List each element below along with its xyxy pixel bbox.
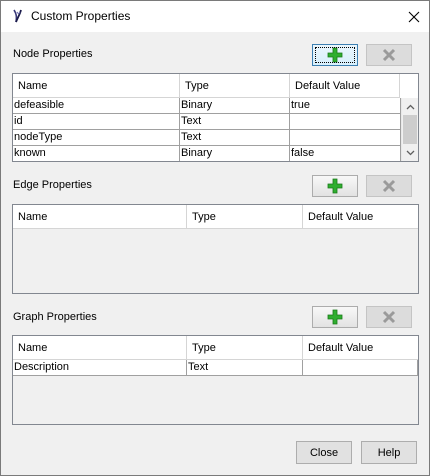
scroll-thumb[interactable] — [403, 115, 417, 144]
node-cell-default[interactable] — [290, 114, 401, 130]
graph-col-default-value[interactable]: Default Value — [303, 336, 418, 360]
graph-add-property-button[interactable] — [312, 306, 358, 328]
node-table-scrollbar[interactable] — [401, 98, 418, 161]
node-cell-name[interactable]: known — [13, 146, 180, 161]
graph-properties-label: Graph Properties — [13, 311, 97, 323]
graph-col-name[interactable]: Name — [13, 336, 187, 360]
graph-properties-table: Name Type Default Value Description Text — [12, 335, 419, 425]
graph-cell-default[interactable] — [303, 360, 418, 376]
x-icon — [382, 179, 396, 193]
help-button[interactable]: Help — [361, 441, 417, 464]
graph-delete-property-button[interactable] — [366, 306, 412, 328]
graph-cell-type[interactable]: Text — [187, 360, 303, 376]
node-cell-name[interactable]: id — [13, 114, 180, 130]
node-cell-default[interactable]: false — [290, 146, 401, 161]
edge-table-empty-area — [13, 229, 418, 293]
node-cell-default[interactable] — [290, 130, 401, 146]
edge-properties-table: Name Type Default Value — [12, 204, 419, 294]
edge-add-property-button[interactable] — [312, 175, 358, 197]
node-col-default-value[interactable]: Default Value — [290, 74, 400, 98]
graph-cell-name[interactable]: Description — [13, 360, 187, 376]
node-properties-label: Node Properties — [13, 48, 93, 60]
yed-app-icon — [13, 9, 22, 23]
node-cell-type[interactable]: Binary — [180, 146, 290, 161]
node-cell-name[interactable]: nodeType — [13, 130, 180, 146]
plus-icon — [327, 47, 343, 63]
node-cell-type[interactable]: Text — [180, 114, 290, 130]
scroll-down-arrow[interactable] — [402, 144, 418, 161]
plus-icon — [327, 178, 343, 194]
node-cell-type[interactable]: Text — [180, 130, 290, 146]
node-add-property-button[interactable] — [312, 44, 358, 66]
scroll-up-arrow[interactable] — [402, 98, 418, 115]
close-button[interactable]: Close — [296, 441, 352, 464]
window-title: Custom Properties — [31, 9, 131, 23]
chevron-down-icon — [406, 150, 414, 155]
graph-col-type[interactable]: Type — [187, 336, 303, 360]
edge-properties-label: Edge Properties — [13, 179, 92, 191]
graph-table-empty-area — [13, 376, 418, 424]
node-col-name[interactable]: Name — [13, 74, 180, 98]
node-cell-type[interactable]: Binary — [180, 98, 290, 114]
node-delete-property-button[interactable] — [366, 44, 412, 66]
plus-icon — [327, 309, 343, 325]
close-window-button[interactable] — [398, 1, 429, 32]
custom-properties-dialog: Custom Properties Node Properties Name T… — [0, 0, 430, 476]
x-icon — [382, 48, 396, 62]
title-bar: Custom Properties — [1, 1, 429, 32]
node-cell-default[interactable]: true — [290, 98, 401, 114]
edge-col-name[interactable]: Name — [13, 205, 187, 229]
x-icon — [382, 310, 396, 324]
node-properties-table: Name Type Default Value defeasible Binar… — [12, 73, 419, 162]
chevron-up-icon — [406, 104, 414, 109]
edge-delete-property-button[interactable] — [366, 175, 412, 197]
edge-col-default-value[interactable]: Default Value — [303, 205, 418, 229]
node-cell-name[interactable]: defeasible — [13, 98, 180, 114]
node-col-type[interactable]: Type — [180, 74, 290, 98]
edge-col-type[interactable]: Type — [187, 205, 303, 229]
close-icon — [408, 11, 419, 22]
